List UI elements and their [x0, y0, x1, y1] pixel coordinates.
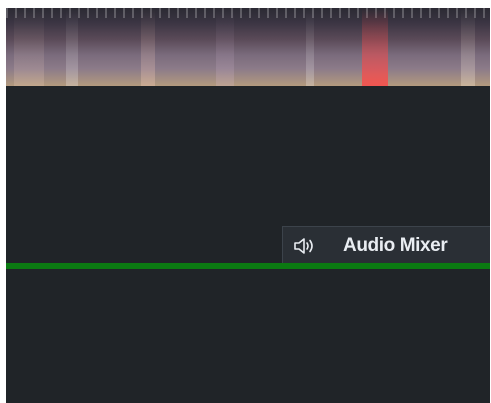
- preview-streak: [306, 8, 314, 86]
- preview-streak: [141, 8, 155, 86]
- preview-streak: [14, 8, 44, 86]
- audio-mixer-label: Audio Mixer: [343, 234, 448, 256]
- preview-highlights: [6, 8, 490, 18]
- audio-mixer-tab[interactable]: Audio Mixer: [282, 226, 490, 264]
- preview-streak-red: [362, 8, 388, 86]
- speaker-icon: [293, 234, 319, 258]
- preview-streak: [216, 8, 234, 86]
- preview-streak: [461, 8, 475, 86]
- editor-window: Audio Mixer: [0, 0, 491, 403]
- preview-streak: [66, 8, 78, 86]
- playhead-line: [6, 263, 490, 269]
- video-preview: [6, 8, 490, 86]
